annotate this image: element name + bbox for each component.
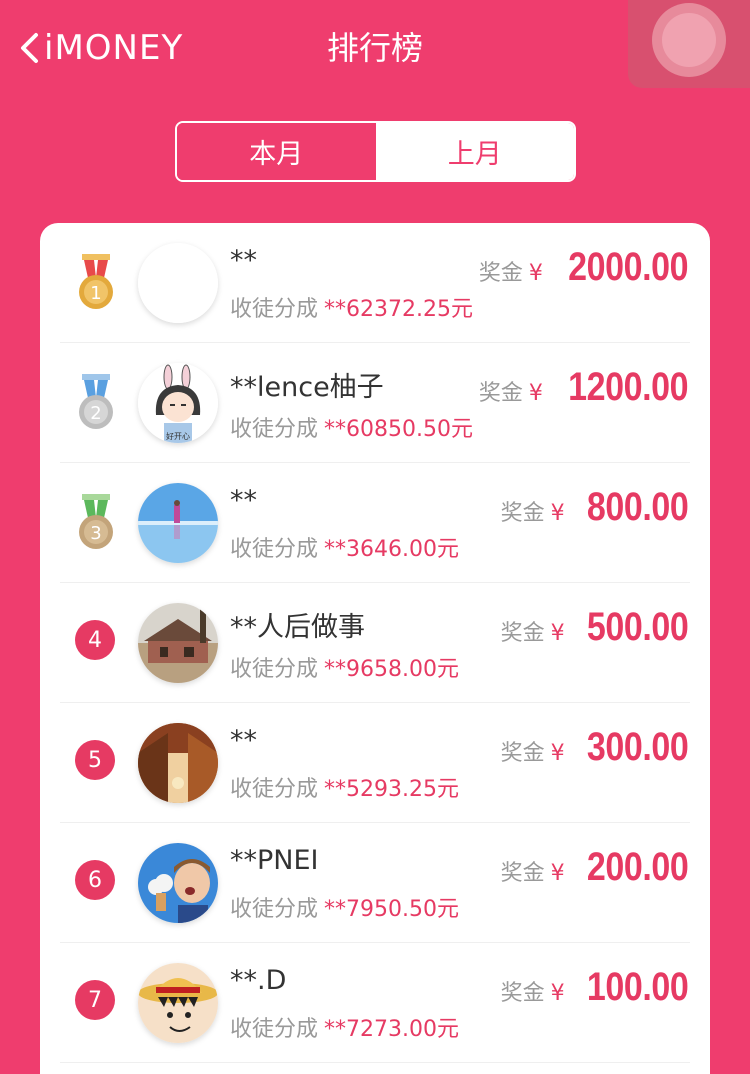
svg-text:3: 3 bbox=[90, 523, 101, 544]
silver-medal-icon: 2 bbox=[79, 374, 113, 429]
ranking-row[interactable]: 3 ** 收徒分成 **3646.00元 奖金 ¥800.00 bbox=[40, 463, 710, 583]
user-name: **.D bbox=[230, 965, 287, 996]
svg-text:2: 2 bbox=[90, 403, 101, 424]
rank-badge: 6 bbox=[75, 860, 115, 900]
ranking-row[interactable]: 4 **人后做事 收徒分成 **9658.00元 奖金 ¥500.00 bbox=[40, 583, 710, 703]
assistive-touch-icon bbox=[652, 3, 726, 77]
header: iMONEY 排行榜 bbox=[0, 0, 750, 100]
floating-assistive-button[interactable] bbox=[628, 0, 750, 88]
avatar bbox=[138, 483, 218, 563]
rank-badge: 7 bbox=[75, 980, 115, 1020]
avatar bbox=[138, 963, 218, 1043]
avatar: 好开心 bbox=[138, 363, 218, 443]
gold-medal-icon: 1 bbox=[79, 254, 113, 309]
tab-this-month[interactable]: 本月 bbox=[177, 123, 376, 180]
commission: 收徒分成 **62372.25元 bbox=[230, 297, 473, 322]
commission: 收徒分成 **7273.00元 bbox=[230, 1017, 459, 1042]
commission: 收徒分成 **3646.00元 bbox=[230, 537, 459, 562]
user-name: **人后做事 bbox=[230, 612, 365, 643]
ranking-list: 1 ** 收徒分成 **62372.25元 奖金 ¥2000.00 2 好开心 … bbox=[40, 223, 710, 1074]
avatar bbox=[138, 843, 218, 923]
commission: 收徒分成 **9658.00元 bbox=[230, 657, 459, 682]
ranking-row[interactable]: 2 好开心 **lence柚子 收徒分成 **60850.50元 奖金 ¥1200.… bbox=[40, 343, 710, 463]
user-name: ** bbox=[230, 245, 257, 276]
divider bbox=[60, 1062, 690, 1063]
ranking-row[interactable]: 7 **.D 收徒分成 **7273.00元 奖金 ¥100.00 bbox=[40, 943, 710, 1063]
svg-text:1: 1 bbox=[90, 283, 101, 304]
bonus: 奖金 ¥100.00 bbox=[500, 965, 689, 1009]
bonus: 奖金 ¥200.00 bbox=[500, 845, 689, 889]
tab-last-month[interactable]: 上月 bbox=[375, 123, 574, 180]
user-name: ** bbox=[230, 725, 257, 756]
rank-badge: 4 bbox=[75, 620, 115, 660]
bonus: 奖金 ¥500.00 bbox=[500, 605, 689, 649]
ranking-row[interactable]: 5 ** 收徒分成 **5293.25元 奖金 ¥300.00 bbox=[40, 703, 710, 823]
commission: 收徒分成 **5293.25元 bbox=[230, 777, 459, 802]
month-tabs: 本月 上月 bbox=[175, 121, 576, 182]
commission: 收徒分成 **60850.50元 bbox=[230, 417, 473, 442]
avatar bbox=[138, 723, 218, 803]
bronze-medal-icon: 3 bbox=[79, 494, 113, 549]
avatar bbox=[138, 243, 218, 323]
commission: 收徒分成 **7950.50元 bbox=[230, 897, 459, 922]
rank-badge: 5 bbox=[75, 740, 115, 780]
user-name: ** bbox=[230, 485, 257, 516]
bonus: 奖金 ¥2000.00 bbox=[478, 245, 689, 289]
bonus: 奖金 ¥1200.00 bbox=[478, 365, 689, 409]
ranking-row[interactable]: 6 **PNEI 收徒分成 **7950.50元 奖金 ¥200.00 bbox=[40, 823, 710, 943]
avatar bbox=[138, 603, 218, 683]
bonus: 奖金 ¥300.00 bbox=[500, 725, 689, 769]
bonus: 奖金 ¥800.00 bbox=[500, 485, 689, 529]
user-name: **lence柚子 bbox=[230, 372, 384, 403]
svg-text:好开心: 好开心 bbox=[166, 431, 190, 441]
user-name: **PNEI bbox=[230, 845, 319, 876]
ranking-row[interactable]: 1 ** 收徒分成 **62372.25元 奖金 ¥2000.00 bbox=[40, 223, 710, 343]
